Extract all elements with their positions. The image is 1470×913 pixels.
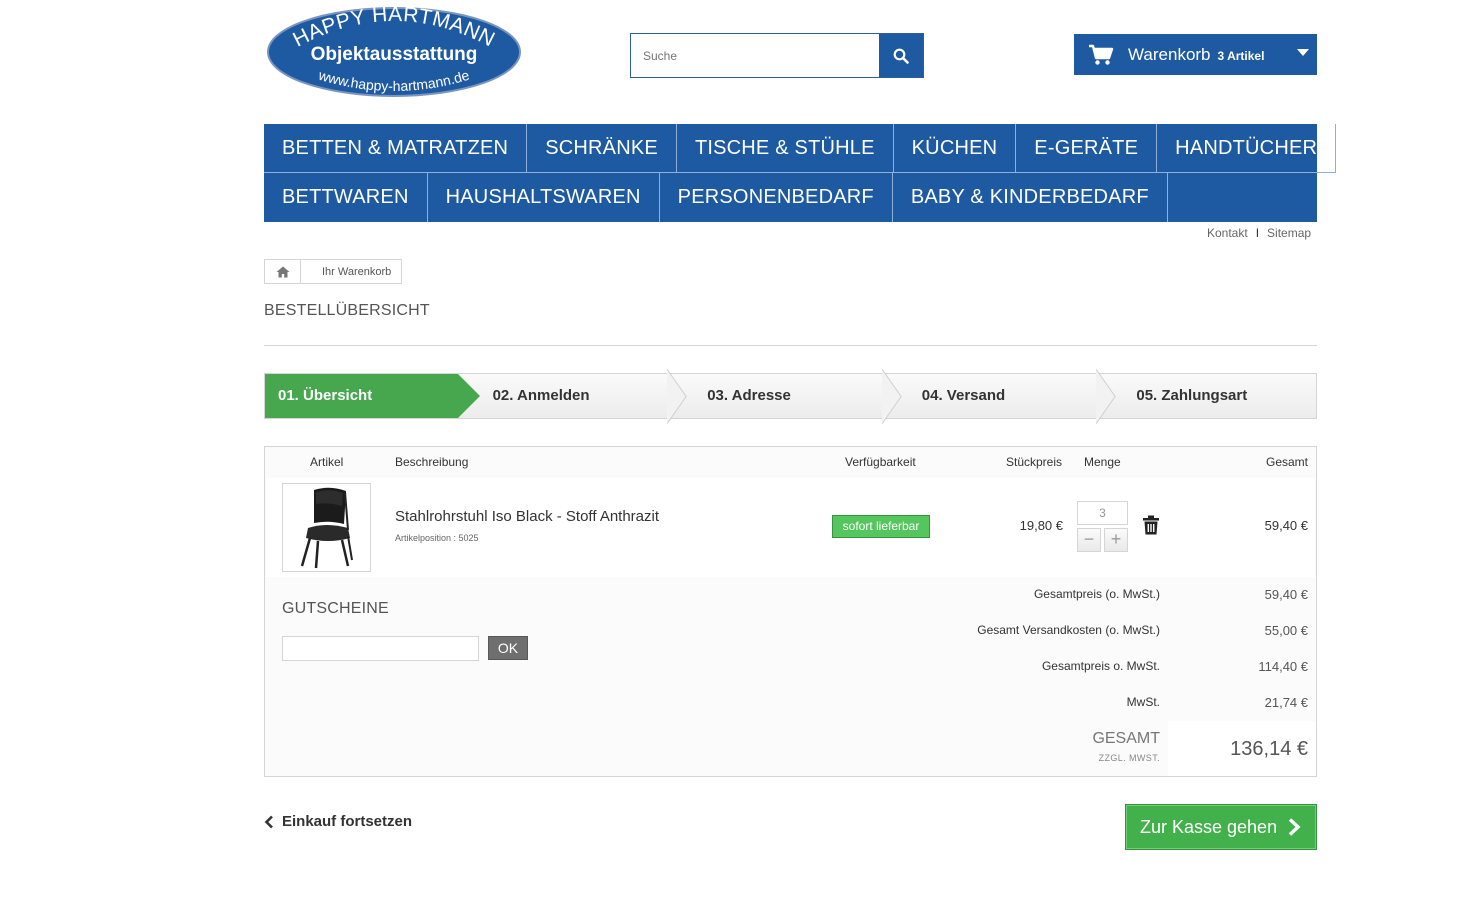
quantity-increase-button[interactable]: + <box>1104 528 1128 552</box>
sitemap-link[interactable]: Sitemap <box>1267 226 1311 240</box>
cart-count: 3 Artikel <box>1217 48 1265 63</box>
net-total-label: Gesamtpreis o. MwSt. <box>1041 659 1160 673</box>
grand-total-tax-note: ZZGL. MWST. <box>1098 753 1160 763</box>
cart-summary-table: Artikel Beschreibung Verfügbarkeit Stück… <box>264 446 1317 777</box>
header-quantity: Menge <box>1084 455 1121 469</box>
product-image[interactable] <box>282 483 371 572</box>
header-total: Gesamt <box>1265 455 1308 469</box>
header-availability: Verfügbarkeit <box>845 455 916 469</box>
product-name[interactable]: Stahlrohrstuhl Iso Black - Stoff Anthraz… <box>395 508 659 525</box>
menu-item-tische-stuehle[interactable]: TISCHE & STÜHLE <box>676 124 894 173</box>
menu-item-personenbedarf[interactable]: PERSONENBEDARF <box>660 173 893 222</box>
logo-line2: Objektausstattung <box>311 44 478 65</box>
search-input[interactable] <box>631 34 879 77</box>
shipping-value: 55,00 € <box>1264 623 1308 638</box>
menu-item-haushaltswaren[interactable]: HAUSHALTSWAREN <box>428 173 660 222</box>
voucher-title: GUTSCHEINE <box>282 600 389 617</box>
subtotal-label: Gesamtpreis (o. MwSt.) <box>1033 587 1160 601</box>
breadcrumb: Ihr Warenkorb <box>264 259 403 284</box>
search-bar <box>630 33 924 78</box>
checkout-label: Zur Kasse gehen <box>1140 816 1278 837</box>
unit-price: 19,80 € <box>1019 518 1063 533</box>
subtotal-value: 59,40 € <box>1264 587 1308 602</box>
continue-shopping-link[interactable]: Einkauf fortsetzen <box>264 813 412 830</box>
chair-image <box>300 487 353 568</box>
quantity-decrease-button[interactable]: − <box>1077 528 1101 552</box>
checkout-button[interactable]: Zur Kasse gehen <box>1125 804 1317 850</box>
home-icon <box>276 266 289 277</box>
link-separator: I <box>1255 226 1260 240</box>
trash-icon <box>1143 515 1159 535</box>
chevron-down-icon[interactable] <box>1297 49 1309 56</box>
header-unit-price: Stückpreis <box>1006 455 1063 469</box>
menu-item-betten-matratzen[interactable]: BETTEN & MATRATZEN <box>264 124 528 173</box>
product-reference: Artikelposition : 5025 <box>395 533 479 543</box>
top-links: Kontakt I Sitemap <box>1207 226 1311 240</box>
plus-icon: + <box>1110 529 1122 549</box>
chevron-right-icon <box>1288 818 1301 836</box>
search-button[interactable] <box>879 34 923 77</box>
checkout-steps: 01. Übersicht 02. Anmelden 03. Adresse 0… <box>264 373 1317 419</box>
menu-item-handtuecher[interactable]: HANDTÜCHER <box>1157 124 1337 173</box>
menu-item-kuechen[interactable]: KÜCHEN <box>893 124 1017 173</box>
voucher-submit-button[interactable]: OK <box>488 636 528 660</box>
menu-item-bettwaren[interactable]: BETTWAREN <box>264 173 428 222</box>
site-logo[interactable]: HAPPY HARTMANN Objektausstattung www.hap… <box>266 6 522 98</box>
shopping-cart-icon <box>1089 44 1114 65</box>
voucher-input[interactable] <box>282 636 479 661</box>
net-total-value: 114,40 € <box>1258 659 1308 674</box>
page-title: BESTELLÜBERSICHT <box>264 302 430 319</box>
delete-item-button[interactable] <box>1142 515 1162 537</box>
cart-label: Warenkorb <box>1128 44 1211 64</box>
search-icon <box>893 48 909 64</box>
line-total: 59,40 € <box>1264 518 1308 533</box>
breadcrumb-home[interactable] <box>265 260 301 283</box>
breadcrumb-current: Ihr Warenkorb <box>322 265 392 278</box>
chevron-left-icon <box>264 815 273 828</box>
grand-total-value: 136,14 € <box>1230 738 1308 760</box>
menu-item-schraenke[interactable]: SCHRÄNKE <box>527 124 677 173</box>
quantity-input[interactable]: 3 <box>1077 501 1128 525</box>
heading-divider <box>264 345 1317 346</box>
header-description: Beschreibung <box>395 455 469 469</box>
cart-button[interactable]: Warenkorb 3 Artikel <box>1074 34 1317 75</box>
availability-badge: sofort lieferbar <box>832 515 930 538</box>
step-overview[interactable]: 01. Übersicht <box>265 374 480 418</box>
step-payment[interactable]: 05. Zahlungsart <box>1101 374 1316 418</box>
step-address[interactable]: 03. Adresse <box>672 374 887 418</box>
step-login[interactable]: 02. Anmelden <box>458 374 673 418</box>
step-shipping[interactable]: 04. Versand <box>887 374 1102 418</box>
contact-link[interactable]: Kontakt <box>1207 226 1248 240</box>
shipping-label: Gesamt Versandkosten (o. MwSt.) <box>977 623 1160 637</box>
header-article: Artikel <box>310 455 344 469</box>
main-menu: BETTEN & MATRATZEN SCHRÄNKE TISCHE & STÜ… <box>264 124 1337 222</box>
menu-item-e-geraete[interactable]: E-GERÄTE <box>1016 124 1158 173</box>
menu-item-baby-kinderbedarf[interactable]: BABY & KINDERBEDARF <box>893 173 1168 222</box>
continue-shopping-label: Einkauf fortsetzen <box>282 813 413 830</box>
tax-value: 21,74 € <box>1264 695 1308 710</box>
tax-label: MwSt. <box>1126 695 1160 709</box>
minus-icon: − <box>1083 529 1095 549</box>
grand-total-label: GESAMT <box>1092 730 1160 747</box>
